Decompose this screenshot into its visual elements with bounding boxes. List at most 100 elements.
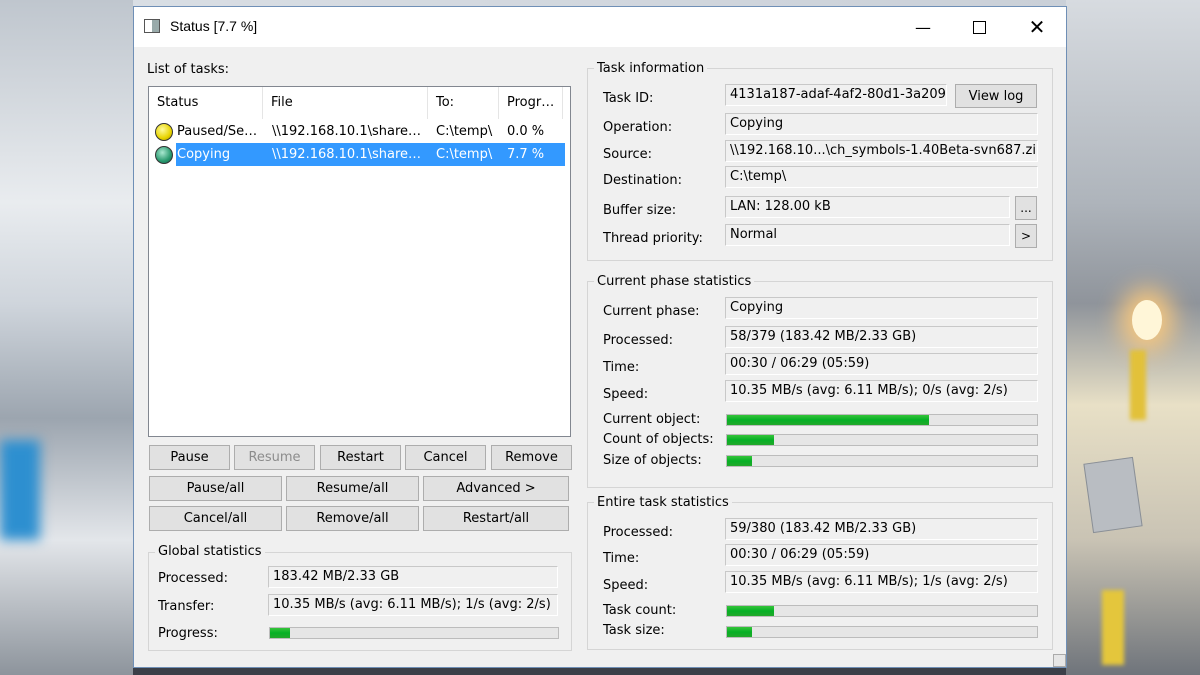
column-header-progress-label: Progr… [507, 95, 555, 110]
count-of-objects-label: Count of objects: [603, 432, 714, 447]
ellipsis-icon: ... [1020, 201, 1032, 215]
remove-all-button[interactable]: Remove/all [286, 506, 419, 531]
global-progress-bar [269, 627, 559, 639]
pause-all-button[interactable]: Pause/all [149, 476, 282, 501]
size-of-objects-label: Size of objects: [603, 453, 702, 468]
remove-button[interactable]: Remove [491, 445, 572, 470]
close-button[interactable]: ✕ [1014, 7, 1060, 47]
resume-all-button[interactable]: Resume/all [286, 476, 419, 501]
size-of-objects-progress-bar [726, 455, 1038, 467]
entire-time-label: Time: [603, 551, 640, 566]
column-header-file-label: File [271, 95, 293, 110]
task-destination: C:\temp\ [436, 147, 493, 162]
task-file: \\192.168.10.1\share… [272, 124, 422, 139]
remove-all-button-label: Remove/all [316, 511, 389, 526]
cancel-button[interactable]: Cancel [405, 445, 486, 470]
maximize-button[interactable] [956, 7, 1002, 47]
task-status: Copying [177, 147, 231, 162]
entire-processed-value: 59/380 (183.42 MB/2.33 GB) [725, 518, 1038, 540]
buffer-size-value: LAN: 128.00 kB [725, 196, 1010, 218]
global-transfer-value: 10.35 MB/s (avg: 6.11 MB/s); 1/s (avg: 2… [268, 594, 558, 616]
column-header-file[interactable]: File [263, 87, 428, 119]
task-count-progress-bar [726, 605, 1038, 617]
restart-button-label: Restart [337, 450, 384, 465]
entire-speed-value: 10.35 MB/s (avg: 6.11 MB/s); 1/s (avg: 2… [725, 571, 1038, 593]
thread-priority-button[interactable]: > [1015, 224, 1037, 248]
operation-label: Operation: [603, 120, 673, 135]
chevron-right-icon: > [1020, 229, 1032, 243]
global-processed-label: Processed: [158, 571, 228, 586]
pause-button-label: Pause [170, 450, 209, 465]
destination-label: Destination: [603, 173, 682, 188]
close-icon: ✕ [1028, 15, 1046, 39]
restart-button[interactable]: Restart [320, 445, 401, 470]
thread-priority-value: Normal [725, 224, 1010, 246]
current-phase-label: Current phase: [603, 304, 700, 319]
column-header-progress[interactable]: Progr… [499, 87, 563, 119]
global-statistics-label: Global statistics [155, 544, 265, 559]
task-destination: C:\temp\ [436, 124, 493, 139]
task-file: \\192.168.10.1\share… [272, 147, 422, 162]
desktop-background-right [1066, 0, 1200, 675]
current-object-label: Current object: [603, 412, 701, 427]
buffer-size-label: Buffer size: [603, 203, 677, 218]
restart-all-button-label: Restart/all [462, 511, 530, 526]
view-log-button[interactable]: View log [955, 84, 1037, 108]
entire-speed-label: Speed: [603, 578, 649, 593]
resize-grip-icon[interactable] [1053, 654, 1066, 667]
pause-button[interactable]: Pause [149, 445, 230, 470]
advanced-button-label: Advanced > [456, 481, 536, 496]
app-icon [144, 19, 160, 33]
advanced-button[interactable]: Advanced > [423, 476, 569, 501]
phase-processed-label: Processed: [603, 333, 673, 348]
global-progress-label: Progress: [158, 626, 218, 641]
task-size-progress-bar [726, 626, 1038, 638]
entire-time-value: 00:30 / 06:29 (05:59) [725, 544, 1038, 566]
resume-all-button-label: Resume/all [316, 481, 389, 496]
current-phase-value: Copying [725, 297, 1038, 319]
task-row[interactable]: Paused/Se… \\192.168.10.1\share… C:\temp… [149, 120, 570, 143]
task-progress: 7.7 % [507, 147, 545, 162]
source-label: Source: [603, 147, 653, 162]
minimize-button[interactable]: — [900, 7, 946, 47]
desktop-background-bottom [133, 668, 1066, 675]
count-of-objects-progress-bar [726, 434, 1038, 446]
window-title: Status [7.7 %] [170, 18, 258, 34]
resume-button[interactable]: Resume [234, 445, 315, 470]
title-bar[interactable]: Status [7.7 %] — ✕ [134, 7, 1066, 47]
buffer-size-button[interactable]: ... [1015, 196, 1037, 220]
paused-status-icon [155, 123, 173, 141]
task-status: Paused/Se… [177, 124, 258, 139]
task-id-value[interactable]: 4131a187-adaf-4af2-80d1-3a2098 [725, 84, 947, 106]
task-progress: 0.0 % [507, 124, 545, 139]
phase-processed-value: 58/379 (183.42 MB/2.33 GB) [725, 326, 1038, 348]
column-header-to-label: To: [436, 95, 455, 110]
phase-speed-label: Speed: [603, 387, 649, 402]
task-list-header: Status File To: Progr… [149, 87, 570, 119]
phase-speed-value: 10.35 MB/s (avg: 6.11 MB/s); 0/s (avg: 2… [725, 380, 1038, 402]
copying-status-icon [155, 146, 173, 164]
current-phase-group-label: Current phase statistics [594, 274, 755, 289]
global-processed-value: 183.42 MB/2.33 GB [268, 566, 558, 588]
task-row-selected[interactable]: Copying \\192.168.10.1\share… C:\temp\ 7… [149, 143, 570, 166]
current-object-progress-bar [726, 414, 1038, 426]
task-information-label: Task information [594, 61, 708, 76]
view-log-button-label: View log [968, 88, 1024, 104]
minimize-icon: — [915, 17, 931, 37]
resume-button-label: Resume [248, 450, 301, 465]
global-transfer-label: Transfer: [158, 599, 215, 614]
column-header-to[interactable]: To: [428, 87, 499, 119]
remove-button-label: Remove [505, 450, 558, 465]
task-list[interactable]: Status File To: Progr… Paused/Se… \\192.… [148, 86, 571, 437]
task-id-label: Task ID: [603, 91, 654, 106]
desktop-background-left [0, 0, 133, 675]
maximize-icon [972, 20, 986, 34]
cancel-all-button[interactable]: Cancel/all [149, 506, 282, 531]
cancel-button-label: Cancel [423, 450, 468, 465]
phase-time-value: 00:30 / 06:29 (05:59) [725, 353, 1038, 375]
thread-priority-label: Thread priority: [603, 231, 703, 246]
column-header-status[interactable]: Status [149, 87, 263, 119]
phase-time-label: Time: [603, 360, 640, 375]
restart-all-button[interactable]: Restart/all [423, 506, 569, 531]
column-header-status-label: Status [157, 95, 199, 110]
